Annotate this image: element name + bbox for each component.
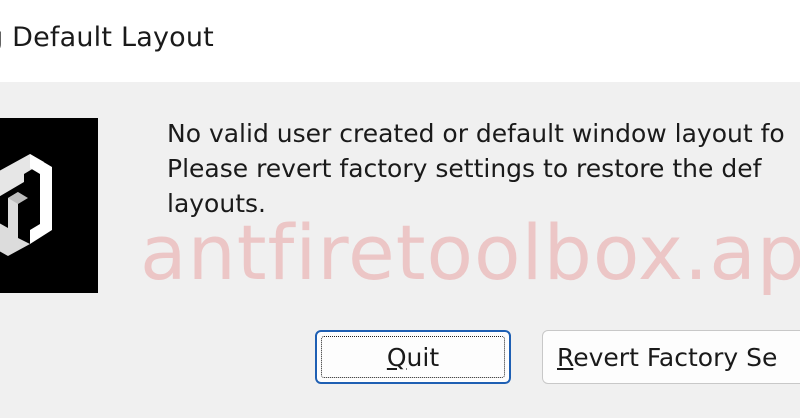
dialog-title: g Default Layout bbox=[0, 22, 214, 53]
quit-button[interactable]: Quit bbox=[315, 330, 511, 384]
revert-mnemonic: R bbox=[557, 342, 574, 372]
revert-button-label: Revert Factory Se bbox=[557, 343, 777, 372]
revert-label-rest: evert Factory Se bbox=[573, 342, 778, 372]
unity-cube-icon bbox=[0, 154, 52, 256]
message-line: Please revert factory settings to restor… bbox=[167, 154, 762, 183]
watermark-text: antfiretoolbox.app bbox=[140, 208, 800, 297]
revert-factory-settings-button[interactable]: Revert Factory Se bbox=[542, 330, 800, 384]
dialog-window: g Default Layout No valid user created o… bbox=[0, 0, 800, 418]
message-line: layouts. bbox=[167, 189, 266, 218]
unity-logo bbox=[0, 118, 98, 293]
title-bar: g Default Layout bbox=[0, 0, 800, 82]
focus-ring bbox=[321, 336, 505, 378]
message-text: No valid user created or default window … bbox=[167, 116, 800, 221]
message-line: No valid user created or default window … bbox=[167, 119, 785, 148]
